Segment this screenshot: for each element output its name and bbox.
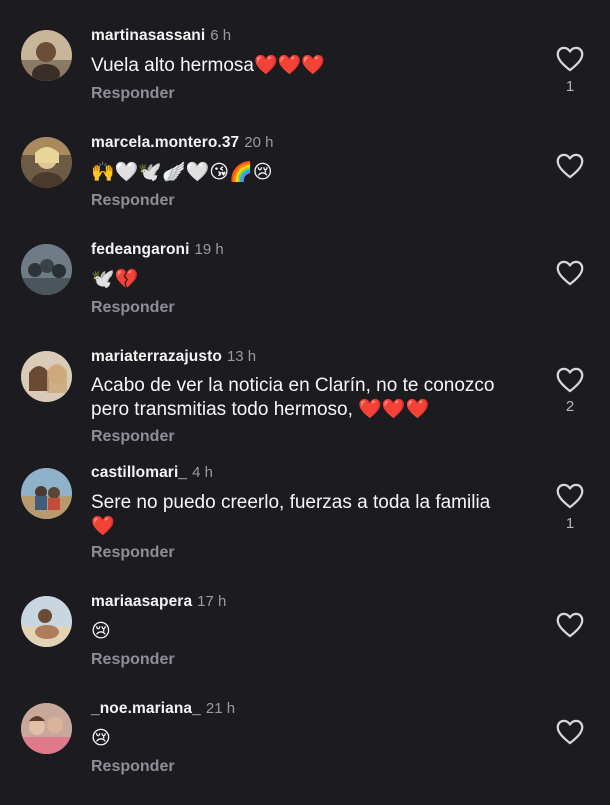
timestamp: 21 h: [205, 700, 236, 717]
heart-outline-icon[interactable]: [556, 153, 584, 179]
timestamp: 6 h: [210, 27, 232, 44]
username[interactable]: _noe.mariana_: [91, 700, 201, 717]
like-count: 1: [565, 515, 575, 532]
reply-button[interactable]: Responder: [91, 543, 175, 563]
comment-text: 🕊️💔: [91, 269, 139, 290]
comment-text: Acabo de ver la noticia en Clarín, no te…: [91, 375, 495, 420]
comment-text: 😢: [91, 621, 111, 642]
heart-outline-icon[interactable]: [556, 612, 584, 638]
reply-button[interactable]: Responder: [91, 757, 175, 777]
like-count: 2: [565, 398, 575, 415]
comment-text: 😢: [91, 728, 111, 749]
like-count: 1: [565, 78, 575, 95]
comment-header: martinasassani 6 h: [91, 26, 231, 46]
timestamp: 19 h: [194, 241, 224, 258]
avatar[interactable]: [21, 30, 72, 81]
avatar[interactable]: [21, 244, 72, 295]
comment-header: fedeangaroni 19 h: [91, 240, 224, 260]
username[interactable]: martinasassani: [91, 27, 205, 44]
timestamp: 13 h: [226, 348, 257, 365]
heart-outline-icon[interactable]: [556, 483, 584, 509]
timestamp: 4 h: [192, 464, 213, 481]
heart-outline-icon[interactable]: [556, 367, 584, 393]
avatar[interactable]: [21, 703, 72, 754]
heart-outline-icon[interactable]: [556, 260, 584, 286]
comment-header: mariaterrazajusto 13 h: [91, 347, 256, 367]
reply-button[interactable]: Responder: [91, 84, 175, 104]
comment-text: Vuela alto hermosa❤️❤️❤️: [91, 55, 325, 76]
username[interactable]: mariaasapera: [91, 593, 192, 610]
reply-button[interactable]: Responder: [91, 650, 175, 670]
comment-header: castillomari_ 4 h: [91, 463, 213, 483]
heart-outline-icon[interactable]: [556, 46, 584, 72]
reply-button[interactable]: Responder: [91, 191, 175, 211]
username[interactable]: castillomari_: [91, 464, 187, 481]
avatar[interactable]: [21, 468, 72, 519]
avatar[interactable]: [21, 351, 72, 402]
timestamp: 20 h: [244, 134, 274, 151]
reply-button[interactable]: Responder: [91, 427, 175, 447]
username[interactable]: marcela.montero.37: [91, 134, 239, 151]
username[interactable]: mariaterrazajusto: [91, 348, 222, 365]
avatar[interactable]: [21, 596, 72, 647]
comment-header: mariaasapera 17 h: [91, 592, 226, 612]
comment-header: marcela.montero.37 20 h: [91, 133, 273, 153]
reply-button[interactable]: Responder: [91, 298, 175, 318]
comment-text: Sere no puedo creerlo, fuerzas a toda la…: [91, 492, 491, 537]
timestamp: 17 h: [197, 593, 227, 610]
comment-text: 🙌🤍🕊️🪽🤍😘🌈😢: [91, 162, 273, 183]
avatar[interactable]: [21, 137, 72, 188]
heart-outline-icon[interactable]: [556, 719, 584, 745]
username[interactable]: fedeangaroni: [91, 241, 190, 258]
comment-header: _noe.mariana_ 21 h: [91, 699, 235, 719]
